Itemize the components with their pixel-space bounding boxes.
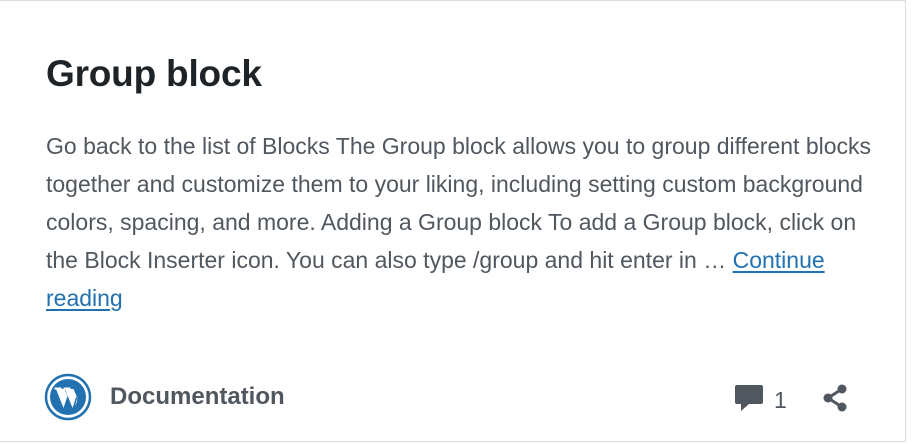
post-card: Group block Go back to the list of Block… xyxy=(0,0,906,442)
comment-bubble-icon xyxy=(735,384,763,411)
wordpress-logo-icon xyxy=(44,373,92,421)
post-footer: Documentation 1 xyxy=(44,371,862,421)
post-title[interactable]: Group block xyxy=(46,51,262,97)
category-label: Documentation xyxy=(110,383,285,410)
comment-count: 1 xyxy=(774,387,787,413)
share-button[interactable] xyxy=(820,383,850,413)
comments-link[interactable]: 1 xyxy=(734,381,787,414)
post-excerpt: Go back to the list of Blocks The Group … xyxy=(46,127,876,317)
share-icon xyxy=(823,384,847,412)
category-link[interactable]: Documentation xyxy=(44,373,285,421)
